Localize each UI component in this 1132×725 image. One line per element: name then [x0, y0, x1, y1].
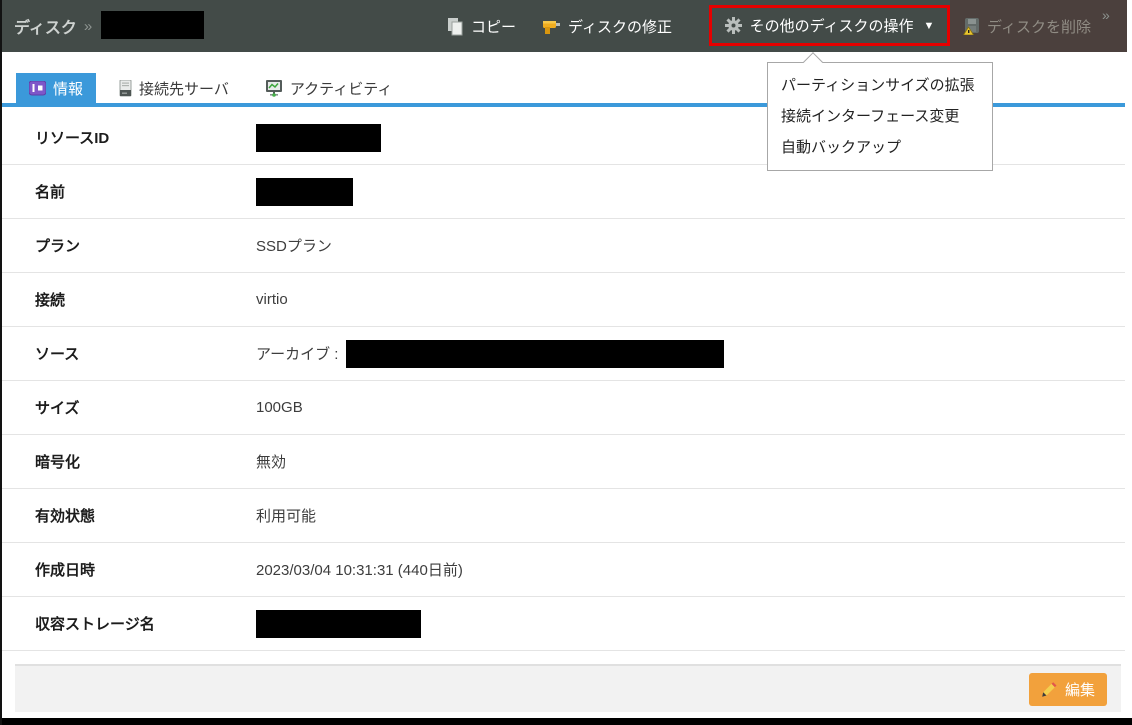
- disk-detail-page: ディスク » コピー ディスクの修正: [0, 0, 1132, 725]
- row-label: 作成日時: [2, 559, 256, 580]
- row-value: [256, 610, 421, 638]
- edit-button-label: 編集: [1065, 679, 1095, 700]
- overflow-indicator-icon: »: [1102, 7, 1110, 23]
- row-value: 無効: [256, 451, 286, 472]
- window-bottom-edge: [2, 718, 1132, 725]
- activity-monitor-icon: [265, 80, 283, 97]
- breadcrumb: ディスク »: [14, 0, 92, 52]
- action-bar: ディスク » コピー ディスクの修正: [2, 0, 1125, 52]
- redacted-value: [256, 610, 421, 638]
- server-icon: [119, 80, 132, 97]
- value-text: 100GB: [256, 399, 303, 416]
- row-label: 名前: [2, 181, 256, 202]
- row-value: virtio: [256, 291, 288, 308]
- row-label: ソース: [2, 343, 256, 364]
- tab-info-label: 情報: [53, 78, 83, 99]
- tab-connected-server[interactable]: 接続先サーバ: [106, 73, 242, 103]
- row-value: 2023/03/04 10:31:31 (440日前): [256, 559, 463, 580]
- tab-activity[interactable]: アクティビティ: [252, 73, 405, 103]
- table-row: プランSSDプラン: [2, 219, 1125, 273]
- value-text: SSDプラン: [256, 235, 332, 256]
- row-label: 暗号化: [2, 451, 256, 472]
- breadcrumb-disk-label[interactable]: ディスク: [14, 14, 77, 38]
- dropdown-pointer: [803, 52, 823, 72]
- redacted-disk-name: [101, 11, 204, 39]
- row-label: 収容ストレージ名: [2, 613, 256, 634]
- table-row: ソースアーカイブ :: [2, 327, 1125, 381]
- value-prefix: アーカイブ :: [256, 343, 338, 364]
- row-label: プラン: [2, 235, 256, 256]
- delete-disk-icon: [962, 17, 980, 35]
- tab-info[interactable]: 情報: [16, 73, 96, 103]
- gear-icon: [725, 17, 742, 34]
- table-row: 有効状態利用可能: [2, 489, 1125, 543]
- pencil-icon: [1041, 681, 1058, 698]
- table-row: サイズ100GB: [2, 381, 1125, 435]
- menu-item-change-interface[interactable]: 接続インターフェース変更: [768, 101, 992, 132]
- table-row: 名前: [2, 165, 1125, 219]
- row-value: [256, 124, 381, 152]
- tab-bar: 情報 接続先サーバ: [16, 73, 405, 103]
- other-disk-operations-label: その他のディスクの操作: [750, 15, 914, 36]
- tab-connected-server-label: 接続先サーバ: [139, 78, 229, 99]
- row-value: 利用可能: [256, 505, 316, 526]
- value-text: virtio: [256, 291, 288, 308]
- row-label: 有効状態: [2, 505, 256, 526]
- menu-item-auto-backup[interactable]: 自動バックアップ: [768, 132, 992, 163]
- value-text: 2023/03/04 10:31:31 (440日前): [256, 559, 463, 580]
- row-label: 接続: [2, 289, 256, 310]
- disk-repair-label: ディスクの修正: [568, 16, 672, 37]
- drill-icon: [542, 17, 561, 36]
- row-value: アーカイブ :: [256, 340, 724, 368]
- copy-button[interactable]: コピー: [446, 0, 516, 52]
- redacted-value: [256, 124, 381, 152]
- disk-repair-button[interactable]: ディスクの修正: [542, 0, 672, 52]
- other-operations-dropdown: パーティションサイズの拡張 接続インターフェース変更 自動バックアップ: [767, 62, 993, 171]
- edit-button[interactable]: 編集: [1029, 673, 1107, 706]
- row-value: [256, 178, 353, 206]
- delete-disk-label: ディスクを削除: [987, 16, 1091, 37]
- table-row: 収容ストレージ名: [2, 597, 1125, 651]
- other-disk-operations-button[interactable]: その他のディスクの操作 ▼: [709, 5, 950, 46]
- row-label: リソースID: [2, 127, 256, 148]
- value-text: 利用可能: [256, 505, 316, 526]
- table-row: 暗号化無効: [2, 435, 1125, 489]
- info-table: リソースID名前プランSSDプラン接続virtioソースアーカイブ :サイズ10…: [2, 111, 1125, 651]
- value-text: 無効: [256, 451, 286, 472]
- breadcrumb-separator: »: [84, 18, 92, 35]
- copy-label: コピー: [471, 16, 516, 37]
- dropdown-caret-icon: ▼: [924, 20, 935, 32]
- redacted-value: [256, 178, 353, 206]
- row-value: 100GB: [256, 399, 303, 416]
- row-label: サイズ: [2, 397, 256, 418]
- tab-activity-label: アクティビティ: [290, 78, 392, 99]
- row-value: SSDプラン: [256, 235, 332, 256]
- menu-item-expand-partition[interactable]: パーティションサイズの拡張: [768, 70, 992, 101]
- redacted-value: [346, 340, 724, 368]
- table-row: 作成日時2023/03/04 10:31:31 (440日前): [2, 543, 1125, 597]
- info-disk-icon: [29, 81, 46, 96]
- table-row: 接続virtio: [2, 273, 1125, 327]
- delete-disk-button: ディスクを削除: [950, 0, 1127, 52]
- copy-icon: [446, 17, 464, 36]
- footer-bar: 編集: [15, 664, 1121, 712]
